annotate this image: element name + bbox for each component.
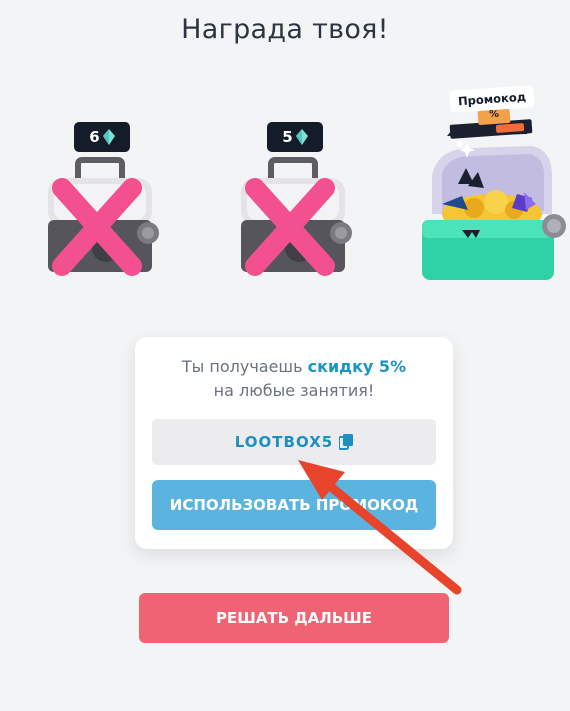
- copy-icon[interactable]: [339, 434, 354, 450]
- reward-text-prefix: Ты получаешь: [181, 357, 308, 376]
- promo-code-copy[interactable]: LOOTBOX5: [152, 419, 436, 465]
- reward-card: Ты получаешь скидку 5% на любые занятия!…: [135, 337, 453, 549]
- chest-image: [241, 157, 352, 276]
- reward-description: Ты получаешь скидку 5% на любые занятия!: [135, 355, 453, 403]
- reward-text-line2: на любые занятия!: [213, 381, 375, 400]
- continue-button[interactable]: РЕШАТЬ ДАЛЬШЕ: [139, 593, 449, 643]
- chest-locked-2: 5: [233, 118, 358, 278]
- page-title: Награда твоя!: [181, 14, 389, 45]
- chest-open-treasure: Промокод %: [412, 85, 567, 286]
- chest-locked-1: 6: [40, 118, 165, 278]
- discount-amount: скидку 5%: [307, 357, 407, 376]
- promo-tag: Промокод %: [449, 85, 535, 132]
- use-promo-button[interactable]: ИСПОЛЬЗОВАТЬ ПРОМОКОД: [152, 480, 436, 530]
- chest-image: [48, 157, 159, 276]
- percent-symbol: %: [489, 109, 500, 120]
- promo-code-text: LOOTBOX5: [234, 433, 334, 451]
